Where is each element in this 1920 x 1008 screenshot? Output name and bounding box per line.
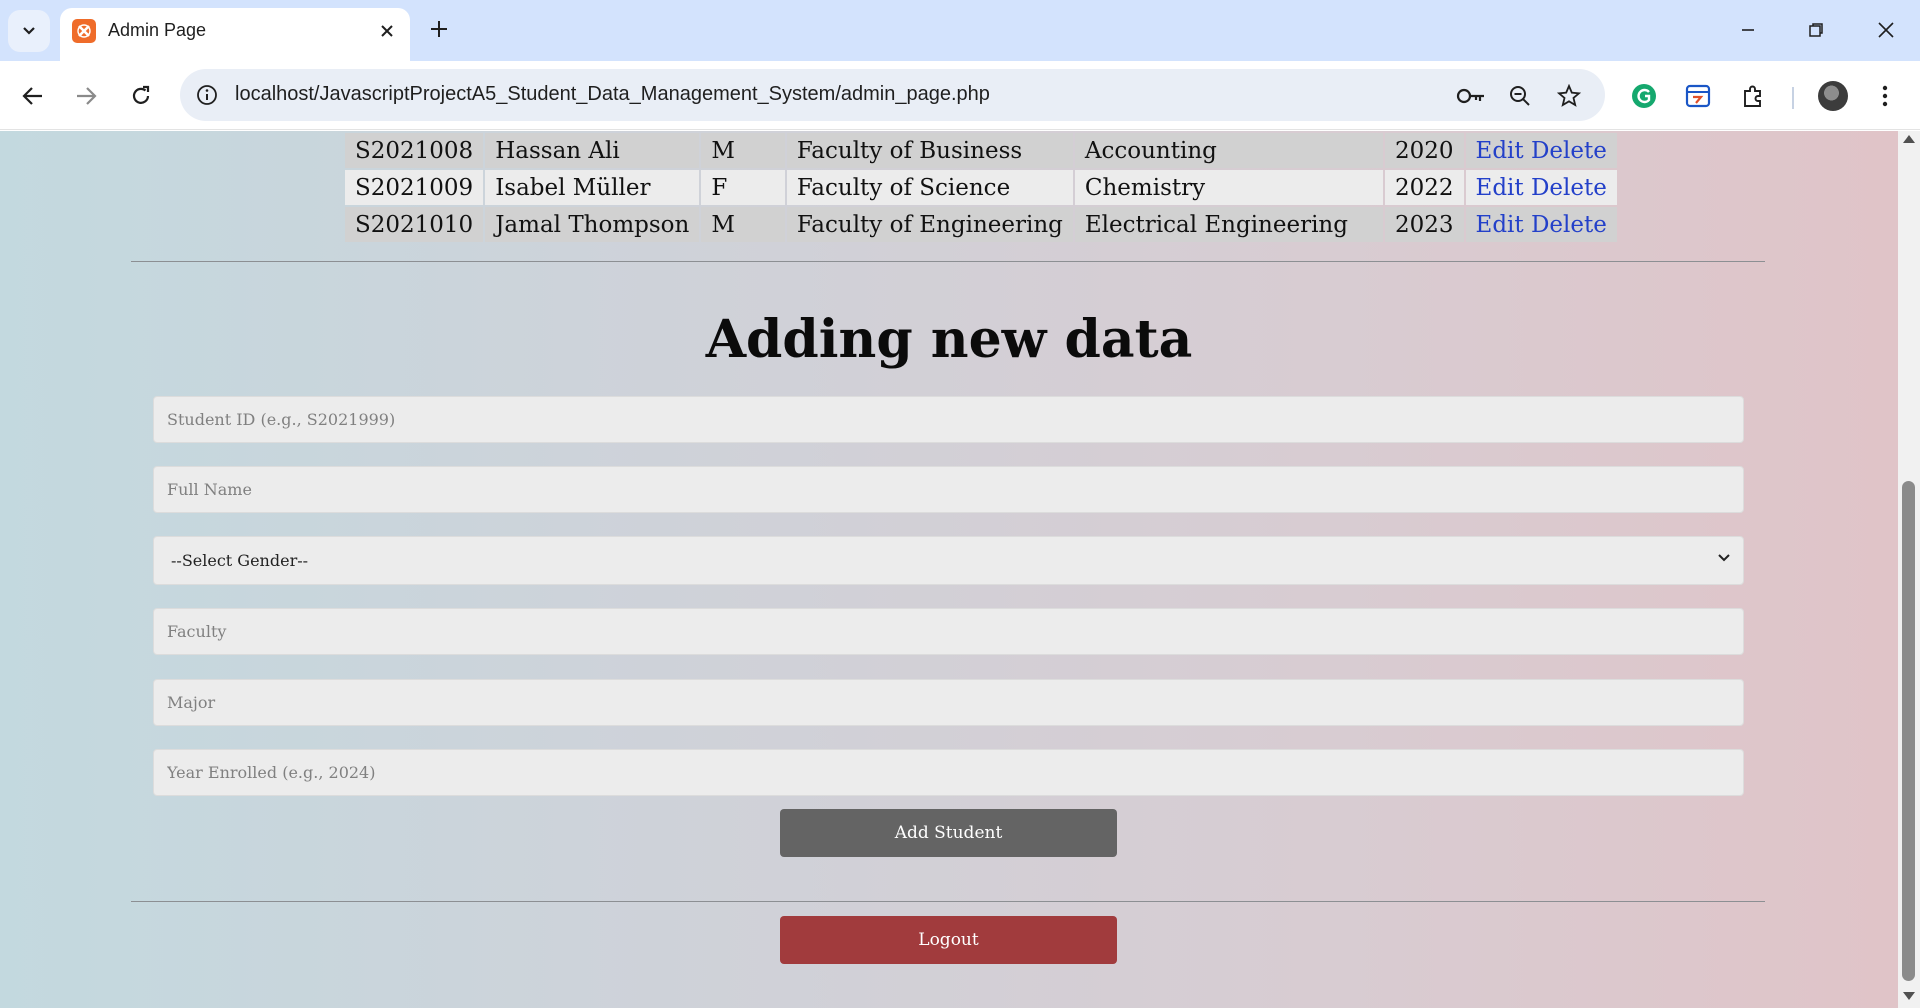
tab-list-button[interactable]: [8, 10, 50, 52]
delete-link[interactable]: Delete: [1531, 138, 1607, 164]
xampp-icon: [72, 19, 96, 43]
reload-icon: [132, 85, 150, 104]
major-input[interactable]: [153, 679, 1744, 726]
grammarly-icon: [1632, 84, 1656, 108]
window-close-button[interactable]: [1866, 10, 1906, 50]
cell-faculty: Faculty of Science: [786, 170, 1073, 205]
edit-link[interactable]: Edit: [1476, 138, 1524, 164]
address-bar[interactable]: localhost/JavascriptProjectA5_Student_Da…: [180, 69, 1605, 121]
page-scrollbar[interactable]: [1898, 131, 1920, 1008]
cell-actions: Edit Delete: [1465, 170, 1617, 205]
scroll-up-arrow[interactable]: [1903, 135, 1915, 143]
cell-gender: M: [701, 133, 785, 168]
restore-icon: [1809, 23, 1823, 37]
year-enrolled-input[interactable]: [153, 749, 1744, 796]
chevron-down-icon: [1718, 554, 1730, 562]
password-manager-button[interactable]: [1456, 81, 1486, 111]
full-name-input[interactable]: [153, 466, 1744, 513]
delete-link[interactable]: Delete: [1531, 212, 1607, 238]
url-text[interactable]: localhost/JavascriptProjectA5_Student_Da…: [235, 83, 990, 106]
browser-tabstrip: Admin Page: [0, 0, 1920, 61]
star-icon: [1557, 84, 1581, 107]
cell-major: Electrical Engineering: [1074, 207, 1383, 242]
chrome-menu-button[interactable]: [1868, 79, 1902, 113]
blue-extension-button[interactable]: [1681, 79, 1715, 113]
restore-button[interactable]: [1796, 10, 1836, 50]
table-row: S2021009 Isabel Müller F Faculty of Scie…: [345, 170, 1617, 205]
reload-button[interactable]: [122, 77, 160, 115]
delete-link[interactable]: Delete: [1531, 175, 1607, 201]
close-tab-button[interactable]: [374, 18, 400, 44]
gender-selected-value: --Select Gender--: [171, 551, 309, 570]
cell-student-id: S2021010: [345, 207, 484, 242]
info-icon: [197, 85, 217, 105]
extensions-button[interactable]: [1736, 79, 1770, 113]
cell-name: Isabel Müller: [485, 170, 700, 205]
browser-toolbar: localhost/JavascriptProjectA5_Student_Da…: [0, 61, 1920, 130]
tab-admin-page[interactable]: Admin Page: [60, 8, 410, 61]
student-id-input[interactable]: [153, 396, 1744, 443]
tab-title: Admin Page: [108, 20, 207, 40]
cell-student-id: S2021009: [345, 170, 484, 205]
chevron-down-icon: [23, 27, 35, 35]
plus-icon: [431, 21, 447, 37]
scroll-thumb[interactable]: [1902, 481, 1915, 981]
close-icon: [1878, 22, 1894, 38]
cell-year: 2022: [1384, 170, 1464, 205]
forward-button[interactable]: [67, 77, 105, 115]
extension-icon: [1685, 84, 1711, 108]
page-viewport: S2021008 Hassan Ali M Faculty of Busines…: [0, 131, 1898, 1008]
scroll-down-arrow[interactable]: [1903, 992, 1915, 1000]
cell-student-id: S2021008: [345, 133, 484, 168]
cell-gender: M: [701, 207, 785, 242]
cell-year: 2020: [1384, 133, 1464, 168]
bookmark-button[interactable]: [1554, 81, 1584, 111]
grammarly-extension-button[interactable]: [1627, 79, 1661, 113]
cell-name: Hassan Ali: [485, 133, 700, 168]
table-row: S2021010 Jamal Thompson M Faculty of Eng…: [345, 207, 1617, 242]
divider: [131, 261, 1765, 262]
cell-major: Chemistry: [1074, 170, 1383, 205]
arrow-left-icon: [22, 87, 42, 105]
new-tab-button[interactable]: [424, 14, 454, 44]
cell-gender: F: [701, 170, 785, 205]
cell-major: Accounting: [1074, 133, 1383, 168]
gender-select[interactable]: --Select Gender--: [153, 536, 1744, 585]
minimize-icon: [1742, 29, 1754, 31]
add-data-heading: Adding new data: [705, 309, 1193, 370]
cell-name: Jamal Thompson: [485, 207, 700, 242]
key-icon: [1456, 88, 1484, 104]
close-icon: [381, 25, 393, 37]
cell-actions: Edit Delete: [1465, 133, 1617, 168]
kebab-menu-icon: [1882, 85, 1888, 107]
minimize-button[interactable]: [1728, 10, 1768, 50]
faculty-input[interactable]: [153, 608, 1744, 655]
puzzle-icon: [1744, 85, 1761, 107]
edit-link[interactable]: Edit: [1476, 175, 1524, 201]
zoom-out-icon: [1510, 86, 1530, 106]
arrow-right-icon: [77, 87, 97, 105]
site-info-button[interactable]: [194, 82, 220, 108]
cell-year: 2023: [1384, 207, 1464, 242]
zoom-button[interactable]: [1505, 81, 1535, 111]
cell-faculty: Faculty of Business: [786, 133, 1073, 168]
cell-actions: Edit Delete: [1465, 207, 1617, 242]
table-row: S2021008 Hassan Ali M Faculty of Busines…: [345, 133, 1617, 168]
edit-link[interactable]: Edit: [1476, 212, 1524, 238]
logout-button[interactable]: Logout: [780, 916, 1117, 964]
add-student-button[interactable]: Add Student: [780, 809, 1117, 857]
profile-avatar[interactable]: [1818, 81, 1848, 111]
back-button[interactable]: [14, 77, 52, 115]
divider: [131, 901, 1765, 902]
students-table: S2021008 Hassan Ali M Faculty of Busines…: [343, 131, 1619, 244]
toolbar-separator: [1792, 87, 1794, 109]
cell-faculty: Faculty of Engineering: [786, 207, 1073, 242]
